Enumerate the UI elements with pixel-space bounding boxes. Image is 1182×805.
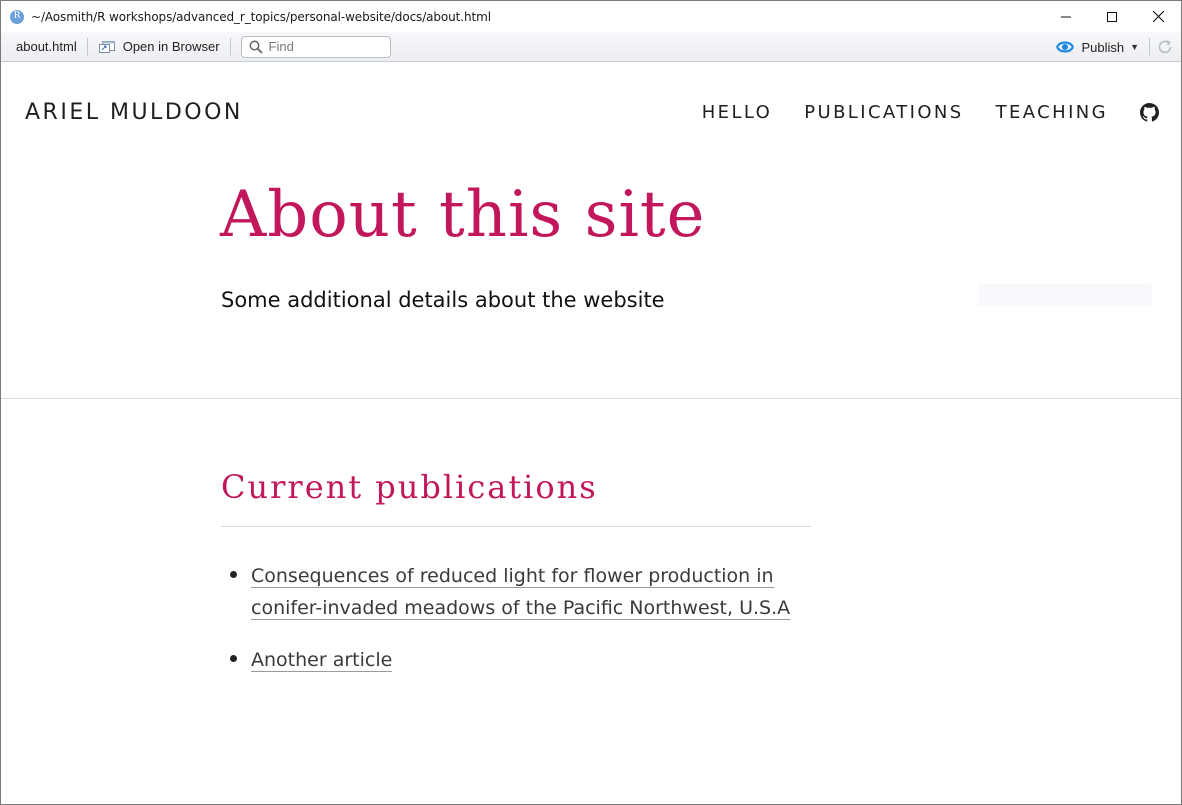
minimize-icon (1061, 16, 1071, 17)
close-icon (1152, 11, 1164, 22)
publication-link[interactable]: Consequences of reduced light for flower… (251, 565, 791, 620)
publication-link[interactable]: Another article (251, 649, 393, 672)
open-in-browser-button[interactable]: Open in Browser (98, 39, 220, 54)
browser-window: R ~/Aosmith/R workshops/advanced_r_topic… (0, 0, 1182, 805)
toolbar-divider (1149, 38, 1150, 56)
file-name: about.html (16, 39, 77, 54)
github-link[interactable] (1140, 103, 1159, 122)
page-subtitle: Some additional details about the websit… (221, 288, 665, 312)
refresh-button[interactable] (1156, 38, 1174, 56)
github-icon (1140, 103, 1159, 122)
header-divider (1, 398, 1181, 399)
list-item: Consequences of reduced light for flower… (221, 560, 821, 624)
publish-label: Publish (1081, 39, 1125, 55)
search-icon (249, 40, 263, 54)
site-brand[interactable]: ARIEL MULDOON (25, 100, 243, 125)
window-title: ~/Aosmith/R workshops/advanced_r_topics/… (31, 9, 491, 24)
minimize-button[interactable] (1043, 1, 1089, 32)
publication-list: Consequences of reduced light for flower… (221, 560, 821, 696)
toolbar-divider (86, 37, 88, 56)
viewer-toolbar: about.html Open in Browser Find Publish … (1, 32, 1181, 62)
window-controls (1043, 1, 1181, 32)
nav-link-teaching[interactable]: TEACHING (996, 102, 1108, 123)
bullet-icon (230, 655, 237, 662)
toolbar-divider (229, 37, 231, 56)
web-page: ARIEL MULDOON HELLO PUBLICATIONS TEACHIN… (1, 62, 1181, 804)
toolbar-right: Publish ▼ (1055, 32, 1181, 62)
close-button[interactable] (1135, 1, 1181, 32)
nav-link-hello[interactable]: HELLO (702, 102, 773, 123)
refresh-icon (1158, 40, 1172, 54)
publish-icon (1056, 41, 1075, 53)
publish-button[interactable]: Publish (1055, 39, 1124, 55)
maximize-icon (1107, 11, 1117, 22)
find-input[interactable] (268, 39, 379, 54)
nav-link-publications[interactable]: PUBLICATIONS (804, 102, 963, 123)
site-navigation: HELLO PUBLICATIONS TEACHING (670, 102, 1159, 123)
bullet-icon (230, 571, 237, 578)
maximize-button[interactable] (1089, 1, 1135, 32)
open-in-browser-label: Open in Browser (122, 39, 220, 54)
page-title: About this site (220, 178, 706, 252)
section-divider (221, 526, 811, 527)
section-heading: Current publications (221, 468, 598, 506)
open-in-browser-icon (98, 40, 115, 53)
faint-overlay-element (978, 284, 1152, 306)
title-bar: R ~/Aosmith/R workshops/advanced_r_topic… (1, 1, 1181, 32)
find-box[interactable] (240, 35, 391, 58)
publish-dropdown-caret-icon[interactable]: ▼ (1130, 42, 1139, 52)
r-app-icon: R (10, 9, 24, 24)
list-item: Another article (221, 644, 821, 676)
